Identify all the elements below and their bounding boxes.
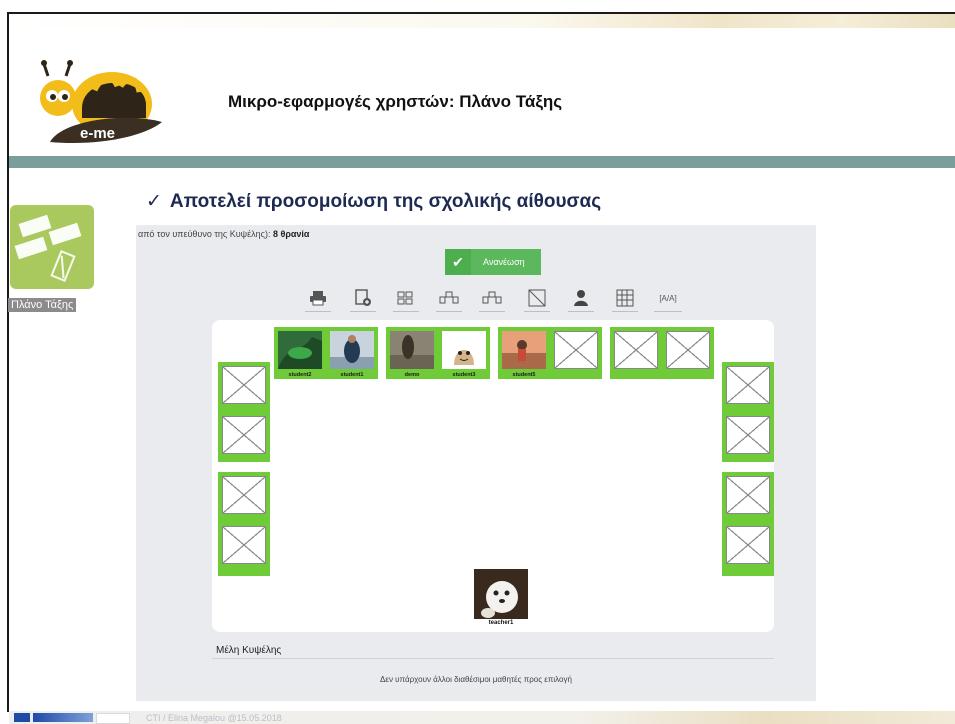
student-name: student3 [452, 372, 476, 378]
student-name: student1 [340, 372, 364, 378]
empty-seat-icon [222, 416, 266, 454]
refresh-label: Ανανέωση [483, 257, 525, 267]
eu-flag-icon [14, 713, 30, 722]
top-texture [9, 14, 955, 28]
ministry-logo-icon [33, 713, 93, 722]
student-photo [442, 331, 486, 369]
layout-pairs-icon[interactable] [436, 285, 462, 312]
desk-student2[interactable]: student2 [274, 327, 326, 379]
empty-seat-icon [726, 526, 770, 564]
student-name: student2 [288, 372, 312, 378]
student-photo [390, 331, 434, 369]
clear-desk-icon[interactable] [524, 285, 550, 312]
layout-groups-icon[interactable] [479, 285, 505, 312]
empty-desk[interactable] [722, 522, 774, 576]
bullet-text: Αποτελεί προσομοίωση της σχολικής αίθουσ… [169, 191, 602, 212]
empty-desk[interactable] [722, 472, 774, 522]
members-title: Μέλη Κυψέλης [216, 645, 282, 656]
footer-logos [14, 713, 130, 724]
add-desk-icon[interactable] [350, 285, 376, 312]
student-photo [278, 331, 322, 369]
desk-demo[interactable]: demo [386, 327, 438, 379]
empty-desk[interactable] [218, 472, 270, 522]
seating-plan-icon [14, 214, 82, 282]
slide-title: Μικρο-εφαρμογές χρηστών: Πλάνο Τάξης [228, 92, 563, 111]
empty-desk[interactable] [662, 327, 714, 379]
empty-desk[interactable] [218, 412, 270, 462]
student-photo [330, 331, 374, 369]
empty-seat-icon [554, 331, 598, 369]
empty-desk[interactable] [722, 362, 774, 412]
teacher-desk[interactable]: teacher1 [474, 569, 528, 627]
student-name: student5 [512, 372, 536, 378]
print-icon[interactable] [305, 285, 331, 312]
student-icon[interactable] [568, 285, 594, 312]
empty-seat-icon [666, 331, 710, 369]
desk-student5[interactable]: student5 [498, 327, 550, 379]
check-icon: ✔ [445, 249, 471, 275]
desk-student3[interactable]: student3 [438, 327, 490, 379]
espa-logo-icon [96, 713, 130, 724]
app-icon-label: Πλάνο Τάξης [8, 298, 77, 312]
empty-seat-icon [726, 366, 770, 404]
footer-text: CTI / Elina Megalou @15.05.2018 [146, 713, 282, 723]
desk-count-value: 8 θρανία [272, 229, 310, 239]
refresh-button[interactable]: ✔ Ανανέωση [445, 249, 541, 275]
checkmark-icon: ✓ [146, 191, 162, 212]
desk-count-prefix: από τον υπεύθυνο της Κυψέλης): [138, 229, 273, 239]
empty-seat-icon [222, 526, 266, 564]
student-name: demo [404, 372, 420, 378]
seating-plan-app: από τον υπεύθυνο της Κυψέλης): 8 θρανία … [136, 225, 816, 701]
classroom-area: student2 student1 demo student3 student5… [212, 320, 774, 632]
members-empty-message: Δεν υπάρχουν άλλοι διαθέσιμοι μαθητές πρ… [380, 675, 572, 684]
empty-desk[interactable] [218, 362, 270, 412]
desk-count-text: από τον υπεύθυνο της Κυψέλης): 8 θρανία [138, 229, 309, 239]
teal-divider [9, 156, 955, 168]
desk-student1[interactable]: student1 [326, 327, 378, 379]
empty-seat-icon [726, 416, 770, 454]
slide: e-me Μικρο-εφαρμογές χρηστών: Πλάνο Τάξη… [0, 0, 955, 724]
student-photo [502, 331, 546, 369]
empty-seat-icon [614, 331, 658, 369]
teacher-name: teacher1 [488, 620, 514, 626]
e-me-logo: e-me [40, 60, 162, 144]
empty-desk[interactable] [610, 327, 662, 379]
empty-seat-icon [222, 476, 266, 514]
empty-desk[interactable] [550, 327, 602, 379]
empty-seat-icon [222, 366, 266, 404]
empty-desk[interactable] [722, 412, 774, 462]
left-rule [7, 12, 9, 712]
members-divider [212, 658, 774, 659]
font-size-button[interactable]: [A/A] [654, 285, 682, 312]
empty-seat-icon [726, 476, 770, 514]
teacher-photo [474, 569, 528, 619]
bullet-point: ✓ Αποτελεί προσομοίωση της σχολικής αίθου… [146, 190, 601, 213]
seating-plan-app-icon[interactable] [10, 205, 94, 289]
table-icon[interactable] [612, 285, 638, 312]
layout-grid-icon[interactable] [393, 285, 419, 312]
empty-desk[interactable] [218, 522, 270, 576]
logo-text: e-me [80, 125, 115, 142]
